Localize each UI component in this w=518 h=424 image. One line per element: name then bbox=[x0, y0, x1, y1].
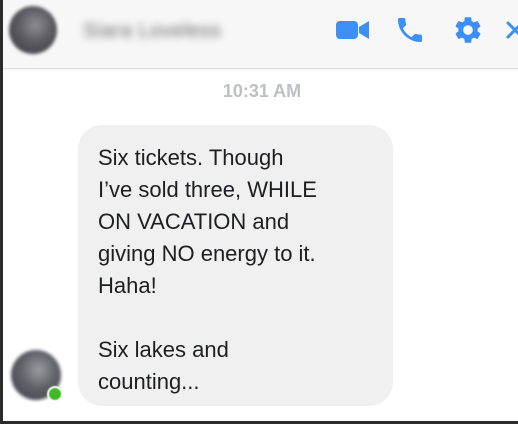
contact-name[interactable]: Siara Loveless bbox=[83, 20, 221, 43]
phone-call-icon[interactable] bbox=[393, 14, 427, 46]
online-status-dot bbox=[47, 386, 63, 402]
close-icon[interactable] bbox=[503, 14, 518, 46]
video-call-icon[interactable] bbox=[335, 14, 371, 46]
chat-header: Siara Loveless bbox=[3, 0, 518, 69]
message-timestamp: 10:31 AM bbox=[222, 81, 302, 101]
settings-gear-icon[interactable] bbox=[451, 14, 485, 46]
message-bubble[interactable]: Six tickets. Though I’ve sold three, WHI… bbox=[78, 125, 393, 406]
contact-avatar[interactable] bbox=[9, 6, 57, 54]
chat-window: Siara Loveless 10:31 AM Six tickets. Tho… bbox=[0, 0, 518, 424]
